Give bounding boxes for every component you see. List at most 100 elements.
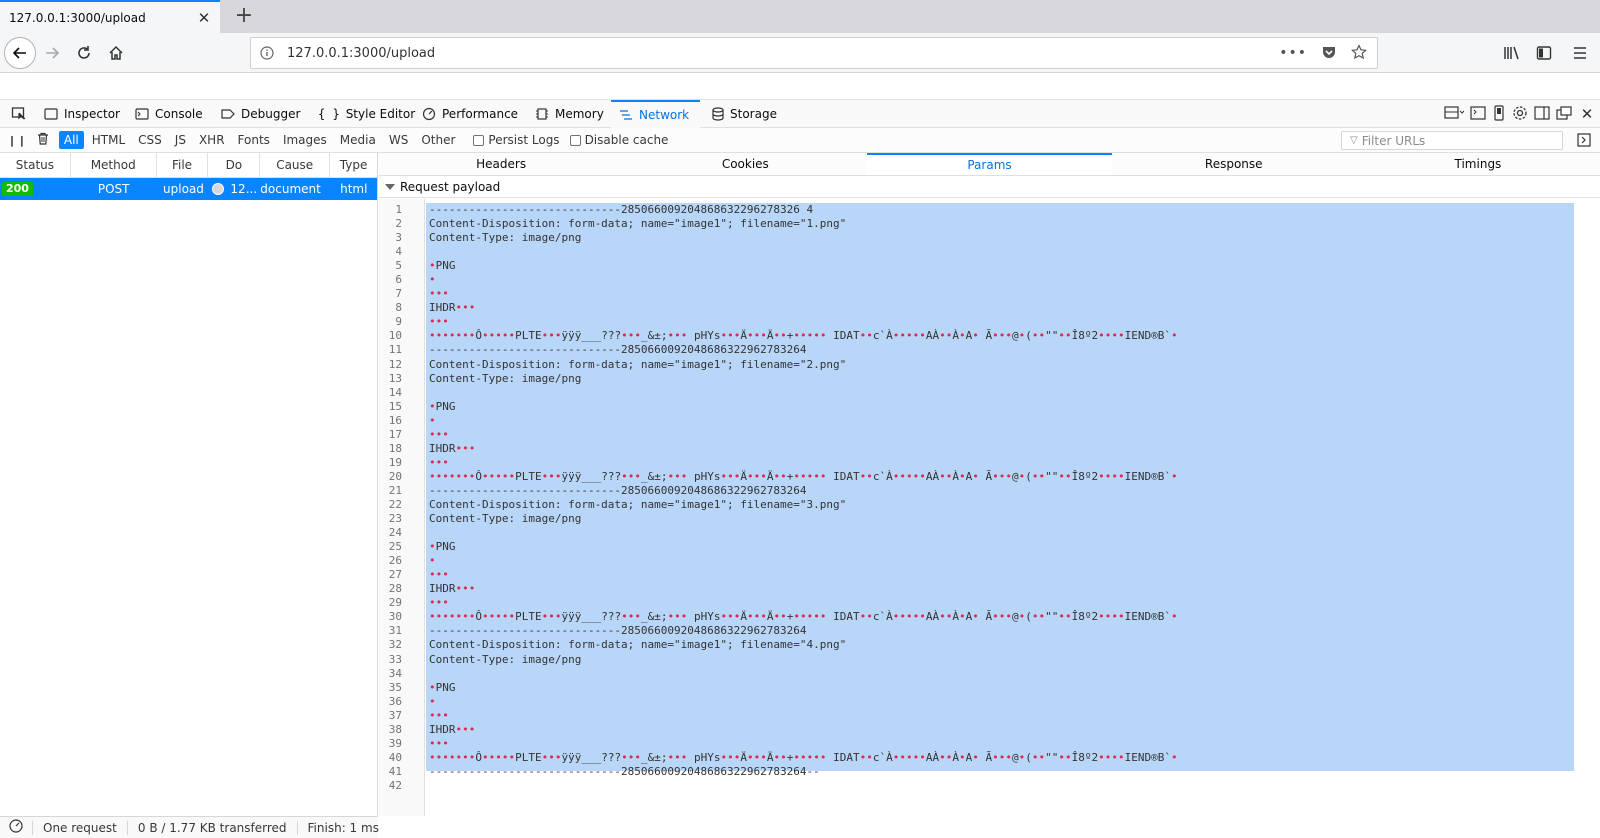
checkbox-box[interactable] <box>569 134 581 146</box>
tab-timings[interactable]: Timings <box>1356 153 1600 175</box>
filter-css-button[interactable]: CSS <box>133 131 167 149</box>
pocket-icon[interactable] <box>1321 44 1337 63</box>
request-payload-header[interactable]: Request payload <box>379 176 1600 198</box>
library-icon[interactable] <box>1496 37 1528 69</box>
tab-network[interactable]: Network <box>611 100 700 128</box>
filter-js-button[interactable]: JS <box>170 131 191 149</box>
code-line: ••• <box>429 708 449 722</box>
storage-icon <box>712 107 724 121</box>
toggle-panel-icon[interactable] <box>1577 133 1591 150</box>
column-status[interactable]: Status <box>0 153 71 177</box>
request-list: Status Method File Do Cause Type 200 POS… <box>0 153 378 816</box>
hamburger-menu-icon[interactable] <box>1560 37 1600 69</box>
info-icon[interactable] <box>260 46 274 63</box>
filter-urls-input[interactable]: ▽ Filter URLs <box>1341 131 1563 150</box>
performance-icon <box>422 107 436 121</box>
tab-label: Storage <box>730 107 777 121</box>
request-method: POST <box>97 182 130 196</box>
filter-all-button[interactable]: All <box>58 131 84 149</box>
status-badge: 200 <box>2 182 33 196</box>
close-tab-icon[interactable]: ✕ <box>194 9 214 27</box>
dock-side-icon[interactable] <box>1534 105 1550 123</box>
filter-media-button[interactable]: Media <box>335 131 381 149</box>
responsive-layout-icon[interactable] <box>1444 105 1465 123</box>
tab-cookies[interactable]: Cookies <box>623 153 867 175</box>
request-count: One request <box>32 820 128 835</box>
new-tab-icon[interactable]: + <box>231 3 257 29</box>
line-number: 33 <box>388 652 402 666</box>
code-line: Content-Disposition: form-data; name="im… <box>429 357 847 371</box>
column-file[interactable]: File <box>157 153 209 177</box>
tab-memory[interactable]: Memory <box>527 100 612 128</box>
back-button[interactable] <box>4 37 36 69</box>
url-text[interactable]: 127.0.0.1:3000/upload <box>287 46 1279 61</box>
trash-icon[interactable] <box>37 132 49 148</box>
code-line: ••• <box>429 287 449 301</box>
code-line: •PNG <box>429 540 456 554</box>
filter-html-button[interactable]: HTML <box>87 131 130 149</box>
column-domain[interactable]: Do <box>208 153 261 177</box>
settings-gear-icon[interactable] <box>1512 105 1528 124</box>
expand-triangle-icon[interactable] <box>385 183 395 190</box>
reload-button[interactable] <box>68 37 100 69</box>
filter-ws-button[interactable]: WS <box>384 131 413 149</box>
table-row[interactable]: 200 POST upload 12... document html <box>0 178 377 200</box>
home-button[interactable] <box>100 37 132 69</box>
line-number: 17 <box>388 427 402 441</box>
tab-response[interactable]: Response <box>1112 153 1356 175</box>
tab-inspector[interactable]: Inspector <box>36 100 128 128</box>
tab-debugger[interactable]: Debugger <box>213 100 308 128</box>
forward-button[interactable] <box>36 37 68 69</box>
details-tabs: Headers Cookies Params Response Timings <box>379 153 1600 176</box>
code-line: ••• <box>429 455 449 469</box>
tab-console[interactable]: Console <box>127 100 211 128</box>
element-picker-icon[interactable] <box>2 100 36 128</box>
tab-params[interactable]: Params <box>867 153 1112 175</box>
close-devtools-icon[interactable]: ✕ <box>1578 105 1596 123</box>
code-area[interactable]: -----------------------------28506600920… <box>425 199 1600 816</box>
pause-icon[interactable]: | | <box>10 134 25 147</box>
tab-performance[interactable]: Performance <box>414 100 526 128</box>
code-line: ••• <box>429 568 449 582</box>
line-number: 42 <box>388 778 402 792</box>
network-summary-footer: One request 0 B / 1.77 KB transferred Fi… <box>0 816 379 838</box>
payload-editor[interactable]: 1 2 3 4 5 6 7 8 9 10 11 12 13 14 15 16 17 18 19 20 21 22 23 24 2… <box>379 199 1600 816</box>
filter-images-button[interactable]: Images <box>278 131 332 149</box>
bookmark-star-icon[interactable] <box>1351 43 1367 63</box>
line-number: 4 <box>395 245 402 259</box>
code-line: •••••••Ô•••••PLTE•••ÿÿÿ___???•••_&±;••• … <box>429 329 1178 343</box>
checkbox-box[interactable] <box>473 134 485 146</box>
persist-logs-checkbox[interactable]: Persist Logs <box>473 133 560 147</box>
split-console-icon[interactable] <box>1470 105 1486 123</box>
code-line: -----------------------------28506600920… <box>429 483 807 497</box>
code-line: Content-Type: image/png <box>429 512 582 526</box>
filter-fonts-button[interactable]: Fonts <box>233 131 275 149</box>
responsive-design-icon[interactable] <box>1492 104 1506 124</box>
tab-headers[interactable]: Headers <box>379 153 623 175</box>
filter-xhr-button[interactable]: XHR <box>194 131 230 149</box>
filter-funnel-icon: ▽ <box>1350 135 1358 146</box>
column-type[interactable]: Type <box>330 153 377 177</box>
page-actions-icon[interactable]: ••• <box>1279 45 1307 61</box>
code-line: -----------------------------28506600920… <box>429 203 814 216</box>
line-number: 18 <box>388 441 402 455</box>
disable-cache-checkbox[interactable]: Disable cache <box>569 133 668 147</box>
code-line: •PNG <box>429 399 456 413</box>
code-line: Content-Type: image/png <box>429 371 582 385</box>
line-number: 12 <box>388 357 402 371</box>
line-number: 41 <box>388 764 402 778</box>
column-method[interactable]: Method <box>71 153 157 177</box>
url-bar[interactable]: 127.0.0.1:3000/upload ••• <box>250 37 1378 69</box>
separate-window-icon[interactable] <box>1556 105 1572 123</box>
sidebar-icon[interactable] <box>1528 37 1560 69</box>
tab-label: Inspector <box>64 107 120 121</box>
browser-tab[interactable]: 127.0.0.1:3000/upload ✕ <box>0 0 220 33</box>
filter-other-button[interactable]: Other <box>416 131 460 149</box>
tab-style-editor[interactable]: { } Style Editor <box>310 100 423 128</box>
performance-analysis-icon[interactable] <box>0 818 32 837</box>
toolbar-right <box>1496 37 1600 69</box>
column-cause[interactable]: Cause <box>260 153 331 177</box>
tab-storage[interactable]: Storage <box>704 100 785 128</box>
line-number: 8 <box>395 301 402 315</box>
